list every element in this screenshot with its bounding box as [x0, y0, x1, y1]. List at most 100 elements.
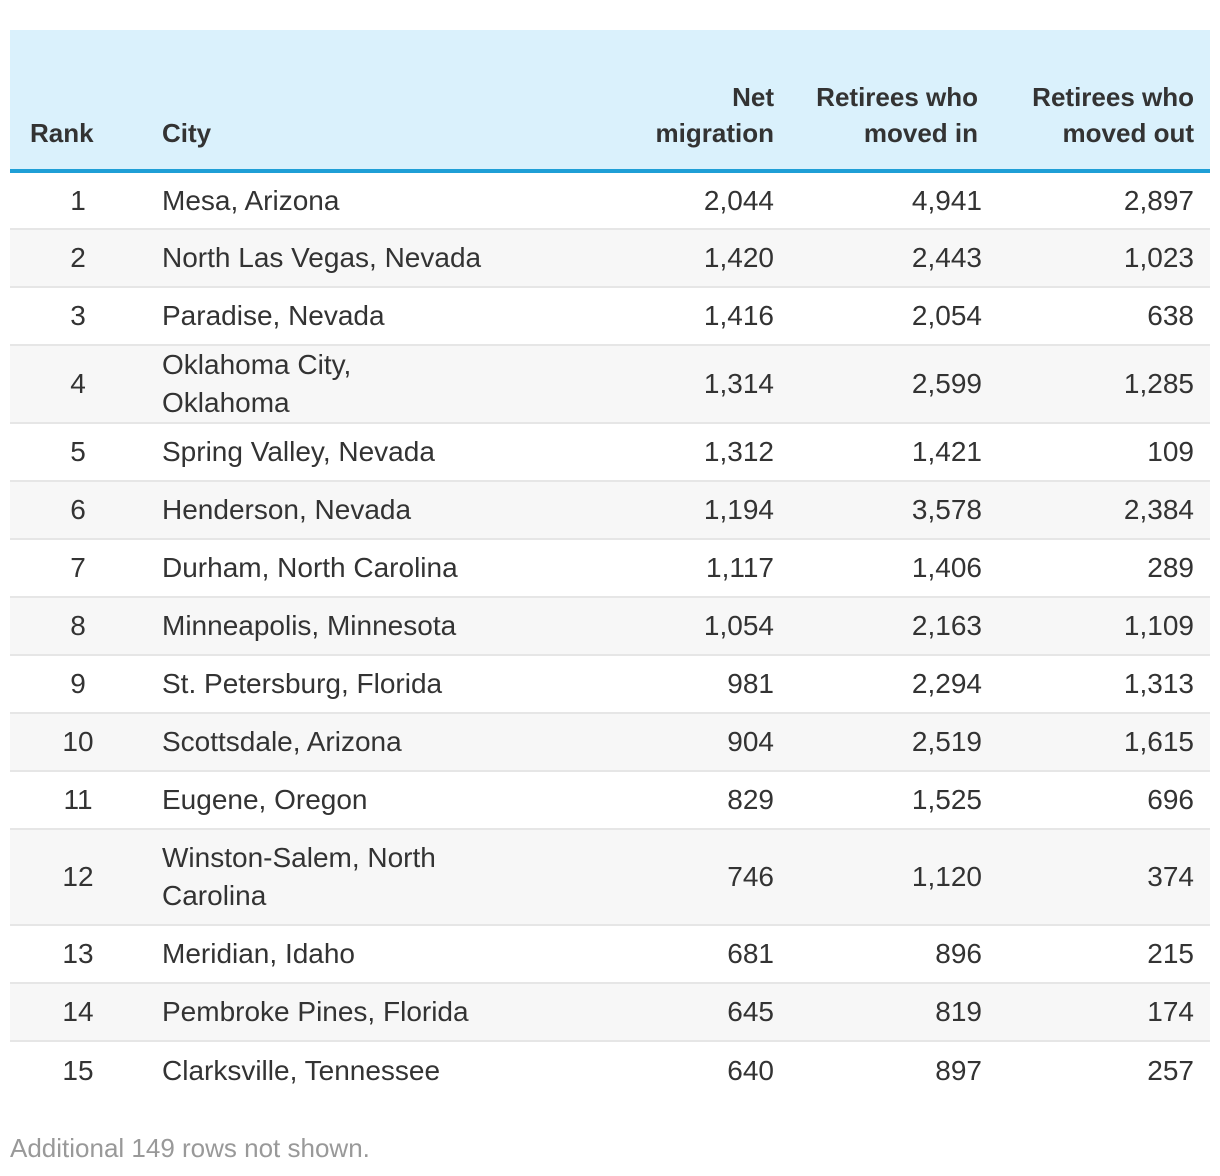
cell-city: Oklahoma City, Oklahoma — [162, 349, 352, 418]
cell-city: Spring Valley, Nevada — [162, 436, 435, 467]
table-row: 10 Scottsdale, Arizona 904 2,519 1,615 — [10, 713, 1210, 771]
header-row: Rank City Net migration Retirees who mov… — [10, 30, 1210, 173]
cell-moved-out: 1,285 — [1123, 368, 1194, 399]
cell-moved-out: 696 — [1147, 784, 1194, 815]
retiree-migration-table: Rank City Net migration Retirees who mov… — [10, 30, 1210, 1099]
cell-net-migration: 1,194 — [703, 494, 774, 525]
cell-city: Eugene, Oregon — [162, 784, 368, 815]
cell-moved-in: 2,163 — [911, 610, 982, 641]
cell-moved-in: 4,941 — [911, 184, 982, 216]
table-row: 3 Paradise, Nevada 1,416 2,054 638 — [10, 287, 1210, 345]
cell-rank: 12 — [62, 861, 94, 892]
table-row: 5 Spring Valley, Nevada 1,312 1,421 109 — [10, 423, 1210, 481]
cell-net-migration: 1,054 — [703, 610, 774, 641]
cell-moved-out: 638 — [1147, 300, 1194, 331]
cell-rank: 8 — [70, 610, 86, 641]
cell-rank: 11 — [63, 784, 93, 815]
cell-net-migration: 1,314 — [703, 368, 774, 399]
table-row: 15 Clarksville, Tennessee 640 897 257 — [10, 1041, 1210, 1099]
cell-city: North Las Vegas, Nevada — [162, 242, 482, 273]
cell-moved-in: 2,054 — [911, 300, 982, 331]
cell-rank: 4 — [70, 368, 86, 399]
cell-moved-in: 2,519 — [911, 726, 982, 757]
cell-city: Pembroke Pines, Florida — [162, 996, 469, 1027]
cell-moved-out: 174 — [1147, 996, 1194, 1027]
table-row: 14 Pembroke Pines, Florida 645 819 174 — [10, 983, 1210, 1041]
cell-moved-in: 3,578 — [911, 494, 982, 525]
cell-moved-in: 896 — [935, 938, 982, 969]
column-header-moved-in[interactable]: Retirees who moved in — [782, 30, 998, 173]
cell-rank: 7 — [70, 552, 86, 583]
cell-moved-in: 2,599 — [911, 368, 982, 399]
cell-city: Meridian, Idaho — [162, 938, 356, 969]
cell-moved-out: 257 — [1147, 1054, 1194, 1086]
table-row: 13 Meridian, Idaho 681 896 215 — [10, 925, 1210, 983]
cell-city: Mesa, Arizona — [162, 184, 340, 216]
table-row: 9 St. Petersburg, Florida 981 2,294 1,313 — [10, 655, 1210, 713]
cell-moved-out: 1,313 — [1123, 668, 1194, 699]
cell-city: Durham, North Carolina — [162, 552, 458, 583]
cell-moved-out: 215 — [1147, 938, 1194, 969]
table-row: 7 Durham, North Carolina 1,117 1,406 289 — [10, 539, 1210, 597]
table-row: 6 Henderson, Nevada 1,194 3,578 2,384 — [10, 481, 1210, 539]
cell-moved-in: 819 — [935, 996, 982, 1027]
table-row: 2 North Las Vegas, Nevada 1,420 2,443 1,023 — [10, 229, 1210, 287]
cell-city: St. Petersburg, Florida — [162, 668, 443, 699]
table-row: 1 Mesa, Arizona 2,044 4,941 2,897 — [10, 171, 1210, 229]
cell-net-migration: 981 — [727, 668, 774, 699]
cell-city: Clarksville, Tennessee — [162, 1054, 441, 1086]
column-header-moved-out[interactable]: Retirees who moved out — [998, 30, 1210, 173]
cell-net-migration: 1,416 — [703, 300, 774, 331]
cell-moved-out: 1,023 — [1123, 242, 1194, 273]
table-row: 11 Eugene, Oregon 829 1,525 696 — [10, 771, 1210, 829]
cell-city: Paradise, Nevada — [162, 300, 385, 331]
cell-moved-out: 1,615 — [1123, 726, 1194, 757]
column-header-net-migration[interactable]: Net migration — [546, 30, 782, 173]
cell-rank: 5 — [70, 436, 86, 467]
cell-city: Minneapolis, Minnesota — [162, 610, 457, 641]
cell-rank: 13 — [62, 938, 94, 969]
cell-rank: 1 — [70, 184, 86, 216]
table-header: Rank City Net migration Retirees who mov… — [10, 30, 1210, 173]
data-table-container: Rank City Net migration Retirees who mov… — [10, 30, 1210, 1099]
cell-moved-out: 2,897 — [1123, 184, 1194, 216]
cell-net-migration: 1,420 — [703, 242, 774, 273]
table-row: 8 Minneapolis, Minnesota 1,054 2,163 1,109 — [10, 597, 1210, 655]
cell-net-migration: 681 — [727, 938, 774, 969]
cell-moved-in: 1,421 — [911, 436, 982, 467]
column-header-rank[interactable]: Rank — [10, 30, 146, 173]
cell-net-migration: 2,044 — [703, 184, 774, 216]
cell-moved-in: 1,406 — [911, 552, 982, 583]
cell-rank: 15 — [62, 1054, 94, 1086]
cell-city: Henderson, Nevada — [162, 494, 412, 525]
cell-rank: 6 — [70, 494, 86, 525]
table-row: 12 Winston-Salem, North Carolina 746 1,120 3… — [10, 829, 1210, 925]
cell-city: Winston-Salem, North Carolina — [162, 842, 436, 911]
cell-moved-in: 2,443 — [911, 242, 982, 273]
cell-moved-in: 1,525 — [911, 784, 982, 815]
cell-moved-out: 289 — [1147, 552, 1194, 583]
cell-rank: 10 — [62, 726, 94, 757]
cell-rank: 2 — [70, 242, 86, 273]
table-body: 1 Mesa, Arizona 2,044 4,941 2,897 2 North Las … — [10, 171, 1210, 1099]
cell-moved-in: 897 — [935, 1054, 982, 1086]
cell-moved-out: 1,109 — [1123, 610, 1194, 641]
cell-rank: 14 — [62, 996, 94, 1027]
table-row: 4 Oklahoma City, Oklahoma 1,314 2,599 1,285 — [10, 345, 1210, 423]
cell-net-migration: 645 — [727, 996, 774, 1027]
cell-rank: 9 — [70, 668, 86, 699]
cell-net-migration: 746 — [727, 861, 774, 892]
cell-rank: 3 — [70, 300, 86, 331]
cell-moved-in: 2,294 — [911, 668, 982, 699]
cell-moved-out: 2,384 — [1123, 494, 1194, 525]
cell-city: Scottsdale, Arizona — [162, 726, 402, 757]
cell-moved-out: 109 — [1147, 436, 1194, 467]
rows-not-shown-note: Additional 149 rows not shown. — [10, 1133, 370, 1163]
cell-moved-out: 374 — [1147, 861, 1194, 892]
cell-net-migration: 1,117 — [706, 552, 774, 583]
cell-net-migration: 1,312 — [703, 436, 774, 467]
cell-net-migration: 640 — [727, 1054, 774, 1086]
column-header-city[interactable]: City — [146, 30, 546, 173]
cell-net-migration: 829 — [727, 784, 774, 815]
cell-moved-in: 1,120 — [911, 861, 982, 892]
